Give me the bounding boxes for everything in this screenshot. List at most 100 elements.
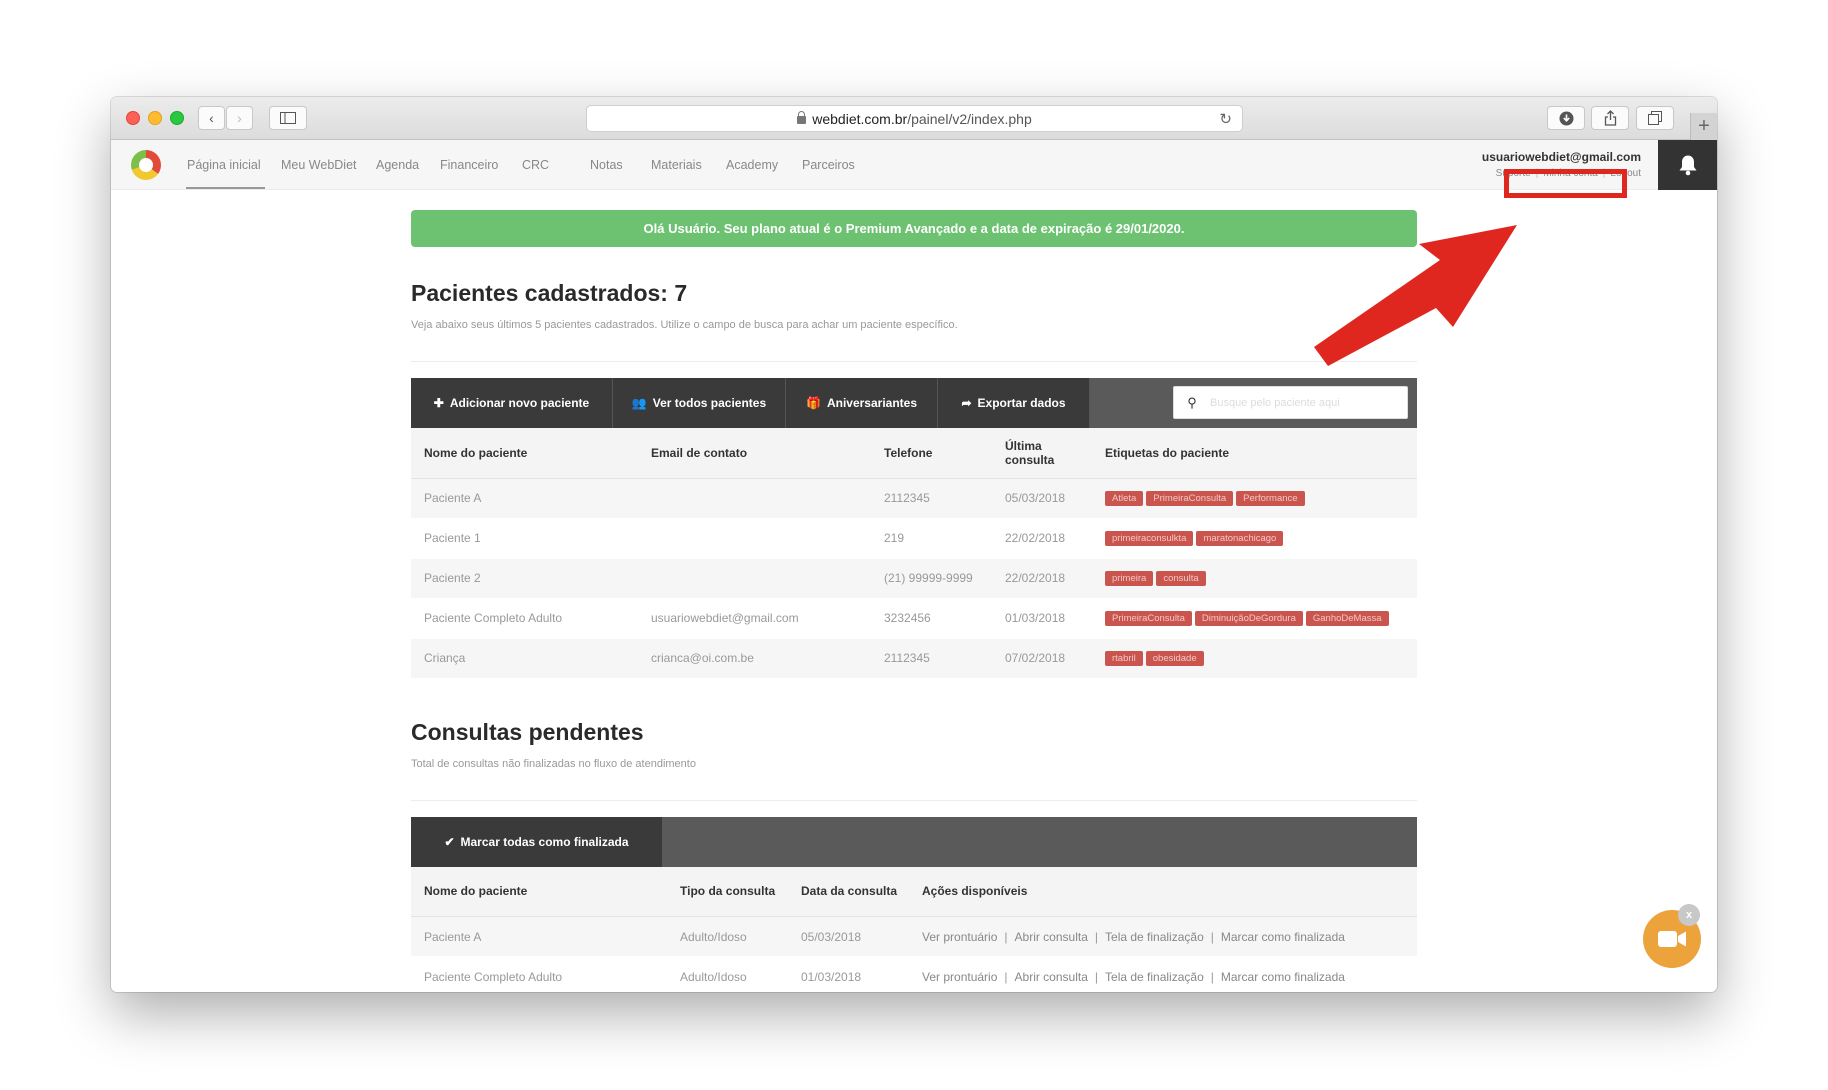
close-window-button[interactable] (126, 111, 140, 125)
table-header-row: Nome do paciente Email de contato Telefo… (411, 428, 1417, 479)
patient-email: crianca@oi.com.be (638, 638, 871, 679)
action-separator: | (1210, 929, 1214, 944)
patient-tags: rtabril obesidade (1092, 638, 1417, 679)
webdiet-logo[interactable] (131, 150, 161, 180)
notifications-button[interactable] (1658, 140, 1717, 190)
mark-all-finished-button[interactable]: ✔ Marcar todas como finalizada (411, 816, 662, 867)
close-label: x (1685, 909, 1693, 921)
finish-screen-link[interactable]: Tela de finalização (1105, 930, 1204, 944)
nav-item-notas[interactable]: Notas (590, 158, 623, 172)
share-arrow-icon: ➦ (961, 396, 972, 410)
table-header-row: Nome do paciente Tipo da consulta Data d… (411, 866, 1417, 917)
action-separator: | (1004, 929, 1008, 944)
minimize-window-button[interactable] (148, 111, 162, 125)
birthdays-button[interactable]: 🎁 Aniversariantes (786, 378, 938, 428)
action-separator: | (1094, 929, 1099, 944)
table-row[interactable]: Paciente Completo Adulto Adulto/Idoso 01… (411, 956, 1417, 992)
new-tab-button[interactable]: + (1690, 113, 1717, 140)
stage: ‹ › webdiet.com.br/painel/v2/index.php ↻… (0, 0, 1828, 1090)
patients-toolbar: ✚ Adicionar novo paciente 👥 Ver todos paci… (411, 378, 1417, 428)
user-email: usuariowebdiet@gmail.com (1481, 150, 1641, 164)
pending-subtitle: Total de consultas não finalizadas no fl… (411, 757, 696, 770)
tag-badge: PrimeiraConsulta (1105, 611, 1192, 626)
tabs-icon (1648, 111, 1662, 125)
patients-table: Nome do paciente Email de contato Telefo… (411, 428, 1417, 679)
mark-finished-link[interactable]: Marcar como finalizada (1221, 930, 1345, 944)
tag-badge: maratonachicago (1196, 531, 1284, 546)
reload-icon[interactable]: ↻ (1219, 110, 1232, 128)
download-icon (1559, 111, 1573, 125)
column-header: Telefone (871, 428, 992, 479)
nav-item-pagina-inicial[interactable]: Página inicial (187, 158, 261, 172)
nav-item-meu-webdiet[interactable]: Meu WebDiet (281, 158, 357, 172)
table-row[interactable]: Paciente Completo Adulto usuariowebdiet@… (411, 598, 1417, 639)
pending-patient-name: Paciente A (411, 916, 667, 957)
url-host: webdiet.com.br (812, 110, 908, 127)
view-record-link[interactable]: Ver prontuário (922, 930, 997, 944)
patient-last-visit: 22/02/2018 (992, 558, 1092, 599)
table-row[interactable]: Paciente 2 (21) 99999-9999 22/02/2018 pr… (411, 558, 1417, 599)
open-consult-link[interactable]: Abrir consulta (1015, 930, 1088, 944)
column-header: Ações disponíveis (909, 866, 1417, 917)
patient-name[interactable]: Paciente 2 (411, 558, 638, 599)
column-header: Tipo da consulta (667, 866, 788, 917)
tag-badge: obesidade (1145, 651, 1204, 666)
highlight-box (1504, 169, 1627, 198)
share-button[interactable] (1591, 106, 1629, 130)
zoom-window-button[interactable] (170, 111, 184, 125)
view-all-patients-button[interactable]: 👥 Ver todos pacientes (613, 378, 786, 428)
forward-button[interactable]: › (226, 106, 253, 130)
view-record-link[interactable]: Ver prontuário (922, 970, 997, 984)
tag-badge: PrimeiraConsulta (1146, 491, 1234, 506)
nav-item-crc[interactable]: CRC (522, 158, 549, 172)
nav-item-financeiro[interactable]: Financeiro (440, 158, 498, 172)
patient-tags: primeiraconsulkta maratonachicago (1092, 518, 1417, 559)
view-all-label: Ver todos pacientes (652, 396, 767, 410)
patient-email: usuariowebdiet@gmail.com (638, 598, 871, 639)
mark-finished-link[interactable]: Marcar como finalizada (1221, 970, 1345, 984)
annotation-arrow-icon (1314, 225, 1517, 366)
patient-name[interactable]: Criança (411, 638, 638, 679)
patient-phone: (21) 99999-9999 (871, 558, 992, 599)
pending-type: Adulto/Idoso (667, 956, 788, 992)
tabs-overview-button[interactable] (1636, 106, 1674, 130)
column-header: Última consulta (992, 428, 1092, 479)
nav-active-indicator (186, 187, 265, 189)
export-data-button[interactable]: ➦ Exportar dados (938, 378, 1090, 428)
finish-screen-link[interactable]: Tela de finalização (1105, 970, 1204, 984)
add-patient-button[interactable]: ✚ Adicionar novo paciente (411, 378, 613, 428)
pending-table: Nome do paciente Tipo da consulta Data d… (411, 866, 1417, 992)
patient-name[interactable]: Paciente 1 (411, 518, 638, 559)
table-row[interactable]: Criança crianca@oi.com.be 2112345 07/02/… (411, 638, 1417, 679)
patient-last-visit: 05/03/2018 (992, 478, 1092, 519)
patients-subtitle: Veja abaixo seus últimos 5 pacientes cad… (411, 319, 958, 331)
pending-date: 01/03/2018 (788, 956, 909, 992)
address-bar[interactable]: webdiet.com.br/painel/v2/index.php ↻ (586, 105, 1243, 132)
patient-name[interactable]: Paciente A (411, 478, 638, 519)
patient-name[interactable]: Paciente Completo Adulto (411, 598, 638, 639)
pending-toolbar: ✔ Marcar todas como finalizada (411, 816, 1417, 867)
patient-search-box: ⚲ (1173, 386, 1408, 419)
tag-badge: Atleta (1105, 491, 1144, 506)
nav-item-materiais[interactable]: Materiais (651, 158, 702, 172)
open-consult-link[interactable]: Abrir consulta (1015, 970, 1088, 984)
downloads-button[interactable] (1547, 106, 1585, 130)
column-header: Nome do paciente (411, 428, 638, 479)
table-row[interactable]: Paciente A Adulto/Idoso 05/03/2018 Ver p… (411, 916, 1417, 957)
lock-icon (797, 110, 807, 124)
nav-item-parceiros[interactable]: Parceiros (802, 158, 855, 172)
pending-actions: Ver prontuário | Abrir consulta | Tela de fi… (909, 916, 1417, 957)
video-widget-close-button[interactable]: x (1678, 904, 1700, 926)
table-row[interactable]: Paciente A 2112345 05/03/2018 Atleta Prim… (411, 478, 1417, 519)
patient-search-input[interactable] (1210, 387, 1407, 418)
back-button[interactable]: ‹ (198, 106, 225, 130)
nav-item-academy[interactable]: Academy (726, 158, 778, 172)
bell-icon (1679, 155, 1696, 176)
plan-alert: Olá Usuário. Seu plano atual é o Premium… (411, 210, 1417, 247)
patient-email (638, 478, 871, 519)
nav-item-agenda[interactable]: Agenda (376, 158, 419, 172)
tag-badge: consulta (1156, 571, 1206, 586)
table-row[interactable]: Paciente 1 219 22/02/2018 primeiraconsul… (411, 518, 1417, 559)
sidebar-toggle-button[interactable] (269, 106, 307, 130)
browser-titlebar: ‹ › webdiet.com.br/painel/v2/index.php ↻… (111, 97, 1717, 140)
